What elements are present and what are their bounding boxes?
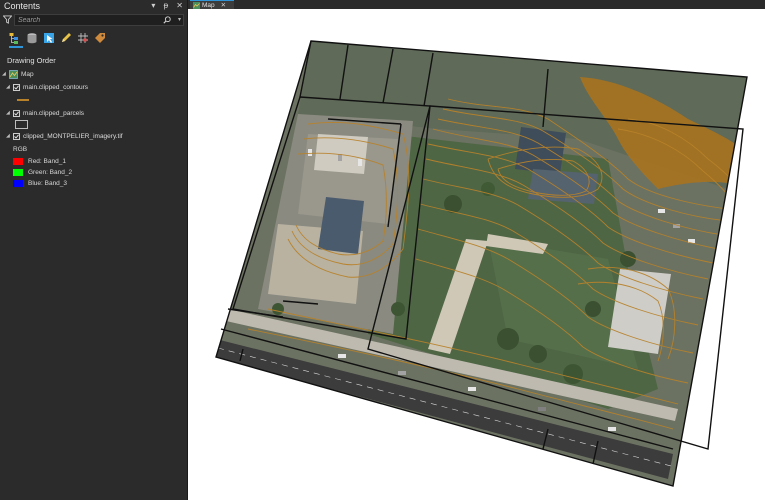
search-icon[interactable] [163,16,171,24]
collapse-chevron-icon[interactable]: ◢ [2,71,9,77]
map-icon [9,69,18,79]
active-toolbar-indicator [9,46,23,48]
layer-visibility-checkbox[interactable] [13,132,20,140]
layer-visibility-checkbox[interactable] [13,109,20,117]
list-by-snapping-icon[interactable] [76,31,90,45]
pane-title: Contents [4,1,41,11]
collapse-chevron-icon[interactable]: ◢ [6,110,13,116]
pane-pin-button[interactable]: ᵽ [164,1,168,10]
layer-row-parcels[interactable]: ◢ main.clipped_parcels [6,108,84,118]
map-tab-icon [193,1,200,9]
band-swatch [13,179,23,187]
layer-name: main.clipped_parcels [23,109,85,117]
band-label: Blue: Band_3 [28,179,68,187]
pane-close-button[interactable]: ✕ [176,1,183,10]
search-options-chevron-icon[interactable]: ▾ [178,16,181,23]
list-by-labeling-icon[interactable] [93,31,107,45]
map-tab-label: Map [202,1,215,9]
band-row-blue[interactable]: Blue: Band_3 [13,179,67,187]
contents-pane: Contents ▾ ᵽ ✕ ▾ [0,0,188,500]
band-label: Green: Band_2 [28,168,73,176]
contour-line-symbol[interactable] [17,99,29,101]
pane-title-controls: ▾ ᵽ ✕ [145,1,183,10]
layer-name: main.clipped_contours [23,83,89,91]
search-input[interactable] [15,15,158,25]
collapse-chevron-icon[interactable]: ◢ [6,84,13,90]
parcel-fill-symbol[interactable] [15,120,28,129]
list-by-drawing-order-icon[interactable] [8,31,22,45]
section-title: Drawing Order [7,56,56,65]
search-box[interactable]: ▾ [14,14,184,26]
list-by-editing-icon[interactable] [59,31,73,45]
layer-name: clipped_MONTPELIER_imagery.tif [23,132,123,140]
layer-row-imagery[interactable]: ◢ clipped_MONTPELIER_imagery.tif [6,131,123,141]
rgb-label: RGB [13,146,28,153]
close-tab-icon[interactable]: ✕ [221,1,226,9]
tree-item-map[interactable]: ◢ Map [2,69,34,79]
band-label: Red: Band_1 [28,157,66,165]
view-tab-strip: Map ✕ [188,0,765,9]
band-swatch [13,168,23,176]
filter-icon[interactable] [3,15,12,24]
list-by-data-source-icon[interactable] [25,31,39,45]
band-row-red[interactable]: Red: Band_1 [13,157,66,165]
map-canvas[interactable] [188,9,765,500]
list-by-selection-icon[interactable] [42,31,56,45]
layer-row-contours[interactable]: ◢ main.clipped_contours [6,82,88,92]
band-swatch [13,157,23,165]
map-label: Map [21,70,34,78]
layer-visibility-checkbox[interactable] [13,83,20,91]
band-row-green[interactable]: Green: Band_2 [13,168,72,176]
tab-map[interactable]: Map ✕ [190,0,234,9]
map-view[interactable] [188,9,765,500]
pane-menu-button[interactable]: ▾ [151,1,155,10]
collapse-chevron-icon[interactable]: ◢ [6,133,13,139]
